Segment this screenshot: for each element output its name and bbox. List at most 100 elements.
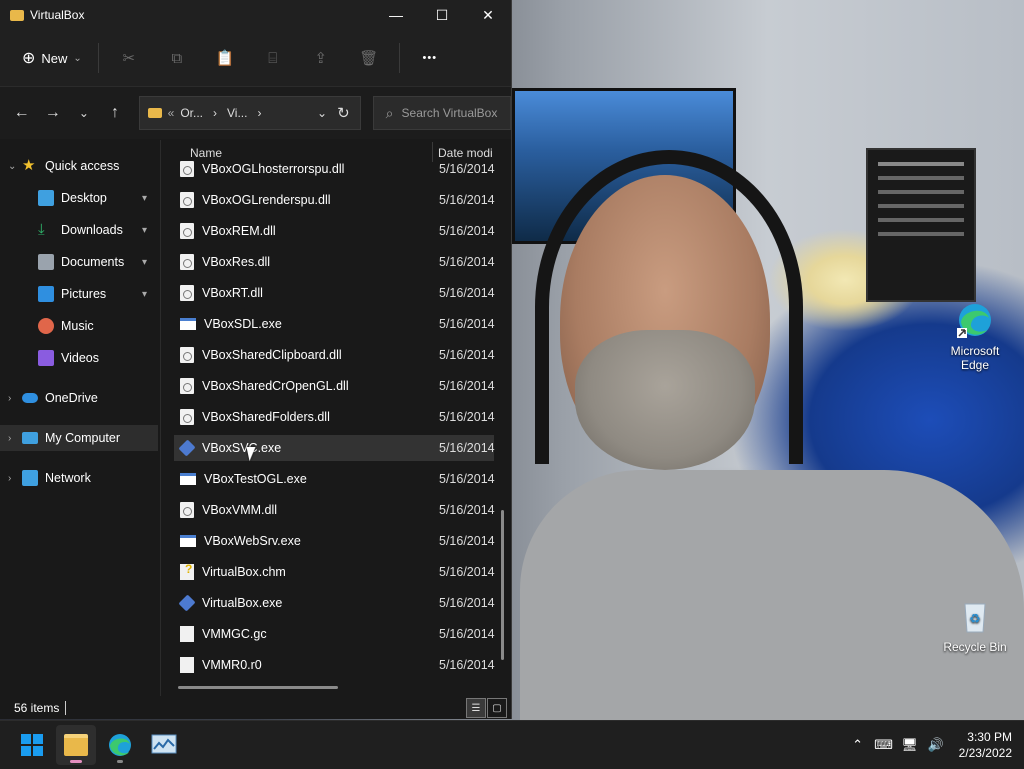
cut-icon[interactable]: ✂ bbox=[105, 43, 153, 73]
rename-icon[interactable]: ⌸ bbox=[249, 43, 297, 73]
copy-icon[interactable]: ⧉ bbox=[153, 43, 201, 73]
vertical-scrollbar[interactable] bbox=[501, 510, 504, 660]
search-box[interactable]: ⌕ Search VirtualBox bbox=[372, 96, 511, 130]
title-bar: VirtualBox — ☐ ✕ bbox=[0, 0, 511, 30]
recent-locations-button[interactable]: ⌄ bbox=[68, 106, 99, 120]
active-indicator bbox=[70, 760, 82, 763]
minimize-button[interactable]: — bbox=[373, 0, 419, 30]
pin-icon[interactable]: ▾ bbox=[142, 257, 147, 268]
breadcrumb-item[interactable]: Or... bbox=[180, 106, 203, 120]
sidebar-item-downloads[interactable]: ⤓ Downloads ▾ bbox=[0, 217, 158, 243]
file-date-modified: 5/16/2014 bbox=[439, 255, 495, 269]
breadcrumb-separator[interactable]: › bbox=[213, 106, 217, 120]
edge-icon bbox=[955, 300, 995, 340]
sidebar-item-label: My Computer bbox=[45, 431, 121, 445]
start-button[interactable] bbox=[12, 725, 52, 765]
desktop-icon-recycle-bin[interactable]: ♻ Recycle Bin bbox=[940, 596, 1010, 654]
file-row[interactable]: VBoxREM.dll 5/16/2014 bbox=[174, 218, 495, 244]
file-row[interactable]: VBoxSVC.exe 5/16/2014 bbox=[174, 435, 495, 461]
file-explorer-taskbar-button[interactable] bbox=[56, 725, 96, 765]
status-divider bbox=[65, 700, 67, 715]
more-options-button[interactable]: ••• bbox=[406, 43, 454, 73]
file-row[interactable]: VMMR0.r0 5/16/2014 bbox=[174, 652, 495, 678]
sidebar-item-my-computer[interactable]: › My Computer bbox=[0, 425, 158, 451]
details-view-button[interactable]: ☰ bbox=[466, 698, 486, 718]
file-row[interactable]: VBoxWebSrv.exe 5/16/2014 bbox=[174, 528, 495, 554]
taskbar: ⌃ ⌨ 🖥 🔊 3:30 PM 2/23/2022 bbox=[0, 720, 1024, 769]
sidebar-item-label: Pictures bbox=[61, 287, 107, 301]
show-hidden-icons-button[interactable]: ⌃ bbox=[845, 737, 871, 753]
breadcrumb-separator[interactable]: › bbox=[257, 106, 261, 120]
svg-text:♻: ♻ bbox=[969, 612, 981, 627]
file-row[interactable]: VBoxSharedClipboard.dll 5/16/2014 bbox=[174, 342, 495, 368]
edge-taskbar-button[interactable] bbox=[100, 725, 140, 765]
sidebar-item-videos[interactable]: Videos bbox=[0, 345, 158, 371]
keyboard-icon[interactable]: ⌨ bbox=[871, 737, 897, 753]
address-dropdown-button[interactable]: ⌄ bbox=[317, 106, 327, 120]
network-icon bbox=[22, 470, 38, 486]
file-name: VBoxRes.dll bbox=[202, 255, 271, 269]
sidebar-item-documents[interactable]: Documents ▾ bbox=[0, 249, 158, 275]
windows-logo-icon bbox=[21, 734, 43, 756]
volume-icon[interactable]: 🔊 bbox=[923, 737, 949, 753]
sidebar-item-desktop[interactable]: Desktop ▾ bbox=[0, 185, 158, 211]
file-row[interactable]: VBoxRes.dll 5/16/2014 bbox=[174, 249, 495, 275]
chevron-down-icon[interactable]: ⌄ bbox=[8, 161, 22, 172]
paste-icon[interactable]: 📋 bbox=[201, 43, 249, 73]
new-button[interactable]: ⊕ New ⌄ bbox=[12, 42, 92, 74]
folder-icon bbox=[64, 734, 88, 756]
delete-icon[interactable]: 🗑 bbox=[345, 43, 393, 73]
up-button[interactable]: ↑ bbox=[99, 104, 130, 122]
maximize-button[interactable]: ☐ bbox=[419, 0, 465, 30]
breadcrumb-overflow[interactable]: « bbox=[168, 106, 175, 120]
sidebar-item-pictures[interactable]: Pictures ▾ bbox=[0, 281, 158, 307]
file-row[interactable]: VBoxTestOGL.exe 5/16/2014 bbox=[174, 466, 495, 492]
file-row[interactable]: VBoxSDL.exe 5/16/2014 bbox=[174, 311, 495, 337]
file-date-modified: 5/16/2014 bbox=[439, 441, 495, 455]
sidebar-item-onedrive[interactable]: › OneDrive bbox=[0, 385, 158, 411]
file-name: VBoxSDL.exe bbox=[204, 317, 282, 331]
tiles-view-button[interactable]: ▢ bbox=[487, 698, 507, 718]
back-button[interactable]: ← bbox=[6, 104, 37, 122]
horizontal-scrollbar[interactable] bbox=[178, 686, 338, 689]
dll-file-icon bbox=[180, 378, 194, 394]
network-icon[interactable]: 🖥 bbox=[897, 737, 923, 753]
add-icon: ⊕ bbox=[22, 50, 36, 67]
file-row[interactable]: VBoxSharedCrOpenGL.dll 5/16/2014 bbox=[174, 373, 495, 399]
pin-icon[interactable]: ▾ bbox=[142, 289, 147, 300]
sidebar-item-network[interactable]: › Network bbox=[0, 465, 158, 491]
clock[interactable]: 3:30 PM 2/23/2022 bbox=[959, 729, 1012, 761]
file-row[interactable]: VBoxOGLrenderspu.dll 5/16/2014 bbox=[174, 187, 495, 213]
file-row[interactable]: VBoxOGLhosterrorspu.dll 5/16/2014 bbox=[174, 156, 495, 182]
virtualbox-file-icon bbox=[178, 439, 196, 457]
sidebar-item-music[interactable]: Music bbox=[0, 313, 158, 339]
file-row[interactable]: VMMGC.gc 5/16/2014 bbox=[174, 621, 495, 647]
file-row[interactable]: VBoxRT.dll 5/16/2014 bbox=[174, 280, 495, 306]
file-date-modified: 5/16/2014 bbox=[439, 317, 495, 331]
file-name: VBoxOGLrenderspu.dll bbox=[202, 193, 331, 207]
sidebar-item-label: Videos bbox=[61, 351, 99, 365]
file-row[interactable]: VirtualBox.exe 5/16/2014 bbox=[174, 590, 495, 616]
share-icon[interactable]: ⇪ bbox=[297, 43, 345, 73]
file-row[interactable]: VirtualBox.chm 5/16/2014 bbox=[174, 559, 495, 585]
pin-icon[interactable]: ▾ bbox=[142, 193, 147, 204]
file-name: VMMR0.r0 bbox=[202, 658, 262, 672]
chevron-right-icon[interactable]: › bbox=[8, 393, 22, 404]
pin-icon[interactable]: ▾ bbox=[142, 225, 147, 236]
file-row[interactable]: VBoxVMM.dll 5/16/2014 bbox=[174, 497, 495, 523]
sidebar-item-label: Quick access bbox=[45, 159, 120, 173]
file-row[interactable]: VBoxSharedFolders.dll 5/16/2014 bbox=[174, 404, 495, 430]
breadcrumb-item[interactable]: Vi... bbox=[227, 106, 247, 120]
monitor-app-taskbar-button[interactable] bbox=[144, 725, 184, 765]
refresh-button[interactable]: ↻ bbox=[337, 104, 350, 122]
sidebar-item-label: Desktop bbox=[61, 191, 107, 205]
chevron-right-icon[interactable]: › bbox=[8, 433, 22, 444]
background-headset bbox=[535, 150, 803, 464]
desktop-icon-edge[interactable]: Microsoft Edge bbox=[940, 300, 1010, 372]
chevron-right-icon[interactable]: › bbox=[8, 473, 22, 484]
address-bar[interactable]: « Or... › Vi... › ⌄ ↻ bbox=[138, 96, 361, 130]
close-button[interactable]: ✕ bbox=[465, 0, 511, 30]
desktop-icon bbox=[38, 190, 54, 206]
forward-button[interactable]: → bbox=[37, 104, 68, 122]
sidebar-item-quick-access[interactable]: ⌄ ★ Quick access bbox=[0, 153, 158, 179]
